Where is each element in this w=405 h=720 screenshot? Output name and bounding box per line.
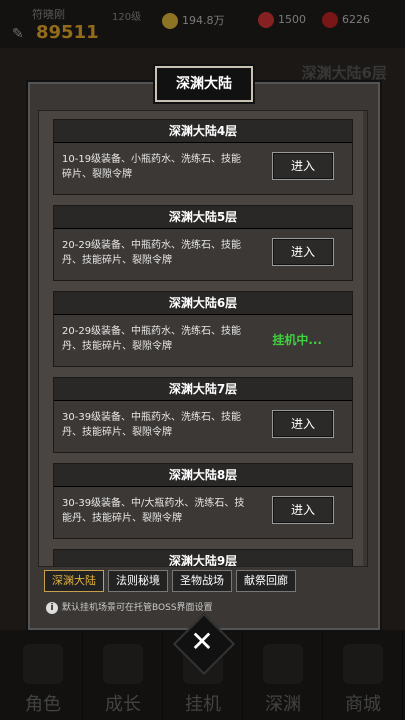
floor-card: 深渊大陆4层 10-19级装备、小瓶药水、洗练石、技能碎片、裂隙令牌 进入: [53, 119, 353, 195]
tab-abyss-continent[interactable]: 深渊大陆: [44, 570, 104, 592]
enter-button[interactable]: 进入: [272, 152, 334, 180]
floor-rewards: 10-19级装备、小瓶药水、洗练石、技能碎片、裂隙令牌: [62, 154, 242, 180]
tab-sacrifice-corridor[interactable]: 献祭回廊: [236, 570, 296, 592]
floor-name: 深渊大陆9层: [54, 550, 352, 566]
idling-status: 挂机中...: [272, 333, 322, 347]
dialog-title: 深渊大陆: [155, 66, 253, 102]
floor-name: 深渊大陆7层: [54, 378, 352, 401]
hint-note: i 默认挂机场景可在托管BOSS界面设置: [46, 600, 213, 614]
floor-rewards: 30-39级装备、中瓶药水、洗练石、技能丹、技能碎片、裂隙令牌: [62, 412, 242, 438]
floor-card: 深渊大陆9层: [53, 549, 353, 566]
floor-name: 深渊大陆8层: [54, 464, 352, 487]
floor-name: 深渊大陆4层: [54, 120, 352, 143]
enter-button[interactable]: 进入: [272, 496, 334, 524]
floor-card: 深渊大陆5层 20-29级装备、中瓶药水、洗练石、技能丹、技能碎片、裂隙令牌 进…: [53, 205, 353, 281]
enter-button[interactable]: 进入: [272, 410, 334, 438]
enter-button[interactable]: 进入: [272, 238, 334, 266]
floor-card: 深渊大陆8层 30-39级装备、中/大瓶药水、洗练石、技能丹、技能碎片、裂隙令牌…: [53, 463, 353, 539]
info-icon: i: [46, 602, 58, 614]
floor-rewards: 20-29级装备、中瓶药水、洗练石、技能丹、技能碎片、裂隙令牌: [62, 326, 242, 352]
floor-name: 深渊大陆6层: [54, 292, 352, 315]
close-icon[interactable]: ✕: [182, 622, 222, 662]
scrollbar[interactable]: [363, 111, 367, 566]
floor-rewards: 20-29级装备、中瓶药水、洗练石、技能丹、技能碎片、裂隙令牌: [62, 240, 242, 266]
tab-law-realm[interactable]: 法则秘境: [108, 570, 168, 592]
floor-rewards: 30-39级装备、中/大瓶药水、洗练石、技能丹、技能碎片、裂隙令牌: [62, 498, 245, 524]
floor-card: 深渊大陆6层 20-29级装备、中瓶药水、洗练石、技能丹、技能碎片、裂隙令牌 挂…: [53, 291, 353, 367]
floor-list[interactable]: 深渊大陆4层 10-19级装备、小瓶药水、洗练石、技能碎片、裂隙令牌 进入 深渊…: [38, 110, 368, 567]
floor-name: 深渊大陆5层: [54, 206, 352, 229]
floor-card: 深渊大陆7层 30-39级装备、中瓶药水、洗练石、技能丹、技能碎片、裂隙令牌 进…: [53, 377, 353, 453]
tab-relic-battlefield[interactable]: 圣物战场: [172, 570, 232, 592]
